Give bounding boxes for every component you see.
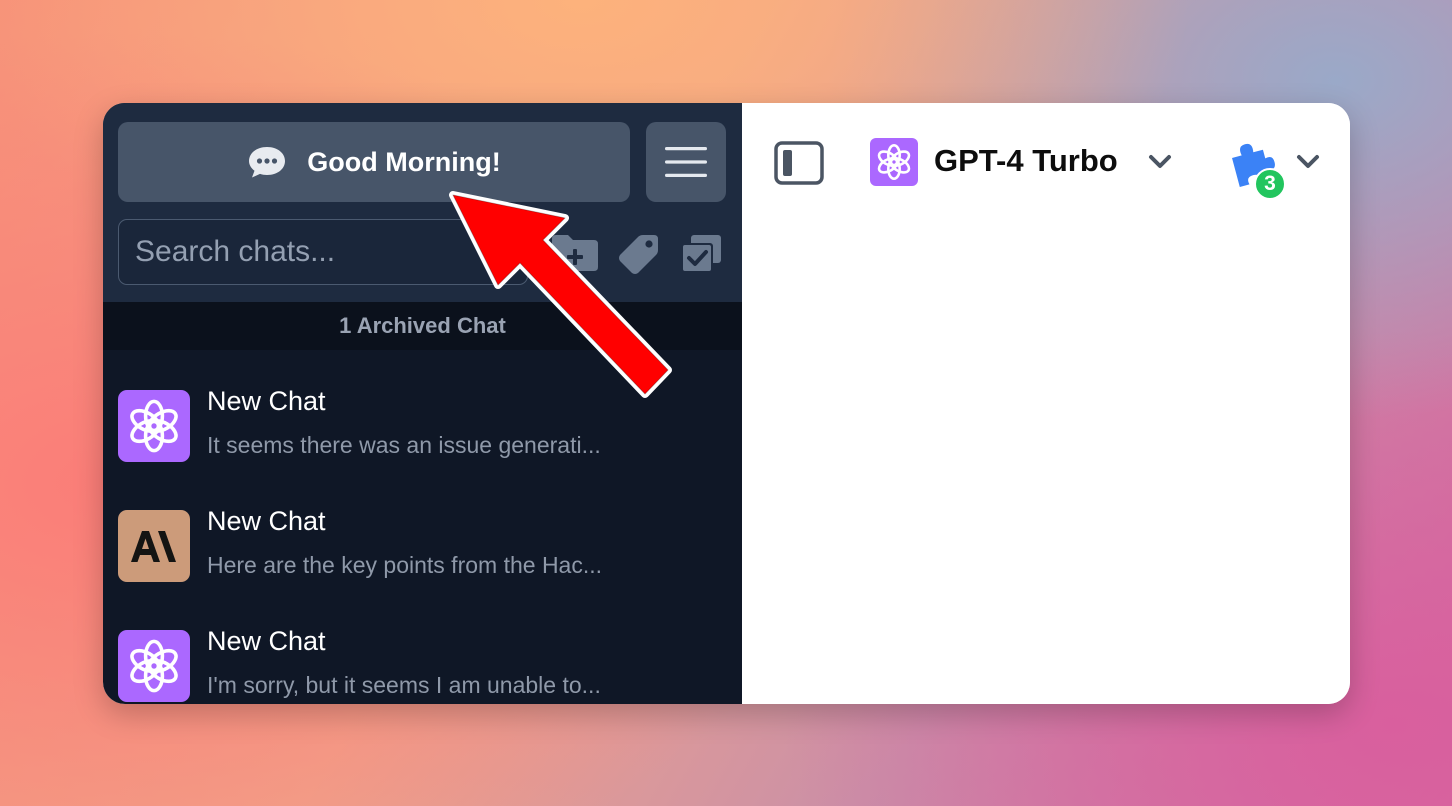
sidebar: Good Morning! Search chats... 1 Archived…: [103, 103, 742, 704]
plugins-button[interactable]: 3: [1224, 135, 1324, 200]
chevron-down-icon[interactable]: [1296, 154, 1320, 170]
main-panel: GPT-4 Turbo 3: [742, 103, 1350, 704]
sidebar-toggle-icon[interactable]: [774, 141, 824, 185]
chat-preview: It seems there was an issue generati...: [207, 432, 601, 458]
anthropic-icon: [118, 510, 190, 582]
plugin-count: 3: [1264, 172, 1276, 195]
chat-list-item[interactable]: New Chat Here are the key points from th…: [118, 506, 728, 586]
search-input[interactable]: [118, 219, 528, 285]
greeting-label: Good Morning!: [307, 146, 501, 177]
chat-list-item[interactable]: New Chat It seems there was an issue gen…: [118, 386, 728, 466]
select-multiple-icon[interactable]: [679, 233, 723, 275]
model-selector[interactable]: GPT-4 Turbo: [934, 143, 1118, 179]
chevron-down-icon[interactable]: [1148, 154, 1172, 170]
new-chat-greeting-button[interactable]: Good Morning!: [118, 122, 630, 202]
openai-icon: [118, 390, 190, 462]
plugin-count-badge: 3: [1254, 168, 1286, 200]
hamburger-icon: [665, 147, 707, 177]
chat-list-item[interactable]: New Chat I'm sorry, but it seems I am un…: [118, 626, 728, 704]
openai-icon: [118, 630, 190, 702]
chat-preview: I'm sorry, but it seems I am unable to..…: [207, 672, 601, 698]
new-folder-icon[interactable]: [550, 233, 600, 273]
archived-chats-link[interactable]: 1 Archived Chat: [103, 302, 742, 350]
chat-title: New Chat: [207, 626, 326, 656]
sidebar-header: Good Morning!: [103, 103, 742, 302]
tag-icon[interactable]: [616, 233, 660, 275]
openai-icon[interactable]: [870, 138, 918, 186]
app-window: Good Morning! Search chats... 1 Archived…: [103, 103, 1350, 704]
chat-bubble-icon: [249, 147, 286, 178]
menu-button[interactable]: [646, 122, 726, 202]
chat-title: New Chat: [207, 506, 326, 536]
archived-label: 1 Archived Chat: [339, 313, 506, 338]
chat-title: New Chat: [207, 386, 326, 416]
chat-preview: Here are the key points from the Hac...: [207, 552, 603, 578]
